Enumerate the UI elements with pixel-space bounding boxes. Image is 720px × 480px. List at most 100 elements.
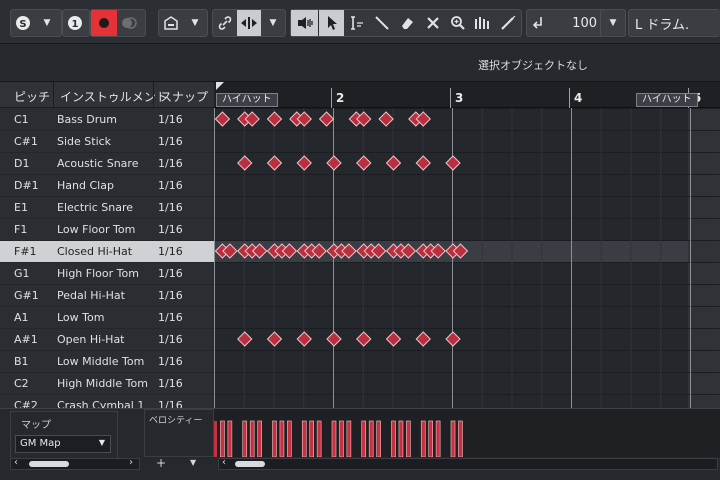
chevron-down-icon: ▼ <box>98 438 105 447</box>
eraser-tool[interactable] <box>395 10 420 36</box>
pencil-tool[interactable] <box>370 10 395 36</box>
instrument-snap: 1/16 <box>158 223 183 236</box>
instrument-column-header[interactable]: インストゥルメント <box>60 88 168 105</box>
mute-tool[interactable] <box>420 10 445 36</box>
instrument-row[interactable]: B1 Low Middle Tom 1/16 <box>0 351 214 373</box>
velocity-bar <box>361 420 367 458</box>
instrument-row[interactable]: G1 High Floor Tom 1/16 <box>0 263 214 285</box>
drum-map-selector[interactable]: L ドラム. <box>629 14 689 33</box>
speaker-button[interactable] <box>291 10 319 36</box>
scroll-right-icon[interactable]: › <box>129 457 133 468</box>
instrument-snap: 1/16 <box>158 377 183 390</box>
pitch-column-header[interactable]: ピッチ <box>14 88 50 105</box>
link-button[interactable] <box>213 10 237 36</box>
tool-group <box>290 9 522 37</box>
column-separator <box>153 82 154 108</box>
quantize-button[interactable] <box>527 10 551 36</box>
instrument-row[interactable]: A#1 Open Hi-Hat 1/16 <box>0 329 214 351</box>
line-tool[interactable] <box>496 10 521 36</box>
mute-icon <box>426 17 439 29</box>
cycle-marker-end[interactable]: ハイハット <box>636 93 698 107</box>
drum-instrument-list: ピッチ インストゥルメント スナップ C1 Bass Drum 1/16 C#1 Sid… <box>0 82 214 417</box>
instrument-pitch: C2 <box>14 377 29 390</box>
map-value: GM Map <box>20 438 61 449</box>
drumstick-tool[interactable] <box>471 10 496 36</box>
instrument-pitch: D#1 <box>14 179 39 192</box>
instrument-row[interactable]: F1 Low Floor Tom 1/16 <box>0 219 214 241</box>
grid-scrollbar[interactable]: ‹ <box>218 457 718 470</box>
velocity-bar <box>287 420 292 458</box>
instrument-row[interactable]: A1 Low Tom 1/16 <box>0 307 214 329</box>
lane-dropdown[interactable]: ▼ <box>190 458 196 467</box>
instrument-snap: 1/16 <box>158 179 183 192</box>
velocity-canvas[interactable] <box>214 409 720 458</box>
drum-note <box>385 155 402 171</box>
list-header: ピッチ インストゥルメント スナップ <box>0 82 214 108</box>
range-tool[interactable] <box>344 10 369 36</box>
pointer-tool[interactable] <box>319 10 345 36</box>
bar-tick <box>569 88 570 108</box>
drum-note <box>237 155 253 171</box>
instrument-row[interactable]: C#1 Side Stick 1/16 <box>0 131 214 153</box>
instrument-snap: 1/16 <box>158 245 183 258</box>
instrument-pitch: G#1 <box>14 289 39 302</box>
bar-tick <box>331 88 332 108</box>
velocity-bar <box>227 420 233 458</box>
snap-dropdown[interactable]: ▼ <box>261 10 285 36</box>
snap-button[interactable] <box>237 10 261 36</box>
scroll-left-icon[interactable]: ‹ <box>222 457 226 468</box>
velocity-dropdown[interactable]: ▼ <box>601 10 625 36</box>
speaker-icon <box>297 17 313 29</box>
map-selector[interactable]: GM Map ▼ <box>15 435 111 453</box>
grid-canvas[interactable] <box>214 108 720 408</box>
add-lane-button[interactable]: + <box>156 456 166 470</box>
velocity-bar <box>220 420 225 458</box>
instrument-snap: 1/16 <box>158 267 183 280</box>
svg-text:S: S <box>19 19 26 30</box>
velocity-dropdown-group: ▼ <box>600 9 626 37</box>
folder-dropdown[interactable]: ▼ <box>183 10 207 36</box>
drum-grid[interactable] <box>214 108 720 408</box>
instrument-row[interactable]: F#1 Closed Hi-Hat 1/16 <box>0 241 214 263</box>
snap-group: ▼ <box>212 9 286 37</box>
velocity-bar <box>242 420 248 458</box>
velocity-bar <box>309 420 314 458</box>
instrument-name: Bass Drum <box>57 113 117 126</box>
solo-dropdown[interactable]: ▼ <box>35 10 59 36</box>
instrument-row[interactable]: D1 Acoustic Snare 1/16 <box>0 153 214 175</box>
folder-button[interactable] <box>159 10 183 36</box>
drum-note <box>445 331 461 347</box>
solo-button[interactable]: S <box>11 10 35 36</box>
pencil-line-icon <box>375 16 389 30</box>
instrument-snap: 1/16 <box>158 135 183 148</box>
snap-column-header[interactable]: スナップ <box>160 88 208 105</box>
velocity-bar <box>376 420 381 458</box>
folder-group: ▼ <box>158 9 208 37</box>
ghost-button[interactable] <box>117 10 141 36</box>
instrument-name: Low Floor Tom <box>57 223 136 236</box>
instrument-row[interactable]: C1 Bass Drum 1/16 <box>0 109 214 131</box>
list-scroll-thumb[interactable] <box>29 461 69 467</box>
instrument-pitch: A1 <box>14 311 29 324</box>
instrument-row[interactable]: C2 High Middle Tom 1/16 <box>0 373 214 395</box>
bar-number: 2 <box>336 91 345 105</box>
drum-note <box>385 331 402 347</box>
instrument-row[interactable]: D#1 Hand Clap 1/16 <box>0 175 214 197</box>
instrument-row[interactable]: E1 Electric Snare 1/16 <box>0 197 214 219</box>
scroll-left-icon[interactable]: ‹ <box>14 457 18 468</box>
record-button[interactable] <box>91 10 117 36</box>
instrument-name: Hand Clap <box>57 179 114 192</box>
velocity-lane[interactable] <box>214 409 720 458</box>
list-scrollbar[interactable]: ‹ › <box>10 457 140 470</box>
instrument-button[interactable]: 1 <box>63 10 87 36</box>
velocity-value[interactable]: 100 <box>557 16 597 31</box>
velocity-bar <box>428 420 433 458</box>
drumstick-icon <box>475 17 490 29</box>
zoom-tool[interactable] <box>445 10 470 36</box>
grid-scroll-thumb[interactable] <box>235 461 265 467</box>
cycle-marker-start[interactable]: ハイハット <box>216 93 278 107</box>
velocity-lane-label[interactable]: ベロシティー <box>149 413 202 426</box>
instrument-row[interactable]: G#1 Pedal Hi-Hat 1/16 <box>0 285 214 307</box>
ruler[interactable]: 2 3 4 5 ハイハット ハイハット <box>214 82 720 108</box>
velocity-bar <box>398 420 404 458</box>
